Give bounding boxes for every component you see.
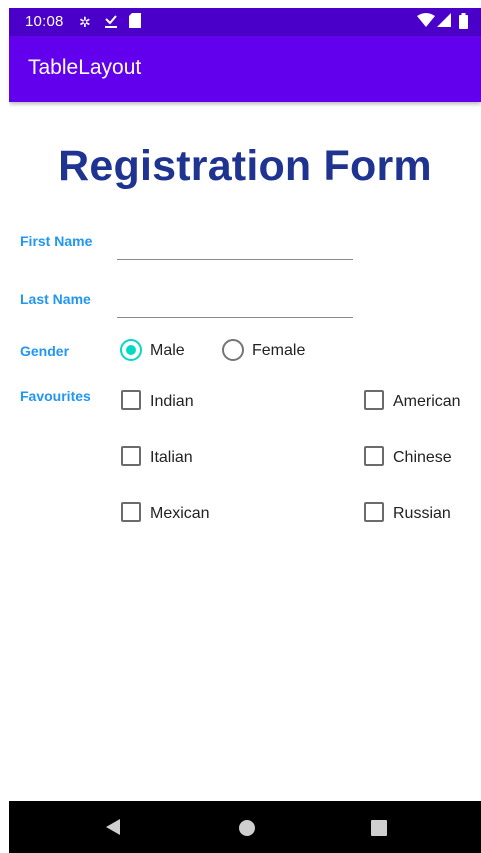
russian-label[interactable]: Russian	[393, 505, 451, 523]
first-name-label: First Name	[20, 233, 93, 249]
female-label[interactable]: Female	[252, 342, 305, 360]
chinese-label[interactable]: Chinese	[393, 449, 452, 467]
male-label[interactable]: Male	[150, 342, 185, 360]
sd-card-icon	[129, 13, 141, 32]
american-label[interactable]: American	[393, 393, 461, 411]
italian-checkbox[interactable]	[121, 446, 141, 466]
back-icon[interactable]	[106, 819, 120, 835]
favourites-label: Favourites	[20, 388, 91, 404]
first-name-field[interactable]	[117, 230, 353, 260]
male-radio[interactable]	[120, 339, 142, 361]
status-time: 10:08	[25, 13, 64, 30]
settings-icon: ✲	[79, 14, 91, 30]
device-screen: 10:08 ✲ TableLayout Registration Form Fi…	[9, 8, 481, 853]
navigation-bar	[9, 801, 481, 853]
home-icon[interactable]	[239, 820, 255, 836]
download-done-icon	[104, 13, 118, 33]
status-bar: 10:08 ✲	[9, 8, 481, 36]
female-radio[interactable]	[222, 339, 244, 361]
italian-label[interactable]: Italian	[150, 449, 193, 467]
gender-label: Gender	[20, 343, 70, 359]
mexican-checkbox[interactable]	[121, 502, 141, 522]
american-checkbox[interactable]	[364, 390, 384, 410]
app-bar: TableLayout	[9, 36, 481, 102]
indian-checkbox[interactable]	[121, 390, 141, 410]
russian-checkbox[interactable]	[364, 502, 384, 522]
page-title: Registration Form	[58, 142, 432, 190]
signal-icon	[437, 13, 451, 31]
app-title: TableLayout	[28, 56, 142, 79]
indian-label[interactable]: Indian	[150, 393, 194, 411]
battery-icon	[459, 13, 468, 33]
chinese-checkbox[interactable]	[364, 446, 384, 466]
last-name-field[interactable]	[117, 288, 353, 318]
recent-apps-icon[interactable]	[371, 820, 387, 836]
last-name-label: Last Name	[20, 291, 91, 307]
wifi-icon	[417, 13, 435, 31]
mexican-label[interactable]: Mexican	[150, 505, 210, 523]
